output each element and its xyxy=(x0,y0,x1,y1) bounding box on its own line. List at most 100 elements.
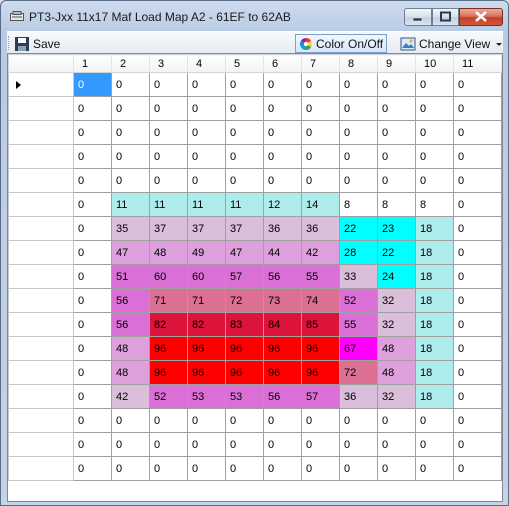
grid-cell[interactable]: 0 xyxy=(149,456,188,481)
grid-cell[interactable]: 0 xyxy=(339,144,378,169)
row-header[interactable] xyxy=(8,168,74,193)
grid-cell[interactable]: 0 xyxy=(149,408,188,433)
grid-cell[interactable]: 18 xyxy=(415,288,454,313)
grid-cell[interactable]: 71 xyxy=(149,288,188,313)
row-header[interactable] xyxy=(8,408,74,433)
column-header[interactable]: 6 xyxy=(263,54,302,73)
grid-cell[interactable]: 0 xyxy=(377,456,416,481)
grid-cell[interactable]: 48 xyxy=(111,336,150,361)
grid-cell[interactable]: 0 xyxy=(301,72,340,97)
row-header[interactable] xyxy=(8,432,74,457)
grid-cell[interactable]: 48 xyxy=(149,240,188,265)
grid-cell[interactable]: 0 xyxy=(73,384,112,409)
grid-cell[interactable]: 0 xyxy=(377,144,416,169)
grid-cell[interactable]: 0 xyxy=(111,72,150,97)
grid-cell[interactable]: 47 xyxy=(225,240,264,265)
grid-cell[interactable]: 0 xyxy=(453,408,502,433)
grid-cell[interactable]: 0 xyxy=(263,72,302,97)
grid-cell[interactable]: 0 xyxy=(73,264,112,289)
grid-cell[interactable]: 0 xyxy=(187,408,226,433)
grid-cell[interactable]: 0 xyxy=(263,408,302,433)
grid-cell[interactable]: 0 xyxy=(339,456,378,481)
grid-cell[interactable]: 0 xyxy=(187,72,226,97)
grid-cell[interactable]: 11 xyxy=(111,192,150,217)
grid-cell[interactable]: 56 xyxy=(263,384,302,409)
grid-cell[interactable]: 12 xyxy=(263,192,302,217)
grid-cell[interactable]: 0 xyxy=(301,432,340,457)
grid-cell[interactable]: 0 xyxy=(453,312,502,337)
grid-cell[interactable]: 0 xyxy=(73,240,112,265)
grid-cell[interactable]: 0 xyxy=(453,144,502,169)
maximize-button[interactable] xyxy=(432,8,459,26)
grid-cell[interactable]: 53 xyxy=(187,384,226,409)
grid-cell[interactable]: 0 xyxy=(339,120,378,145)
grid-cell[interactable]: 0 xyxy=(111,144,150,169)
grid-cell[interactable]: 0 xyxy=(339,96,378,121)
grid-cell[interactable]: 28 xyxy=(339,240,378,265)
grid-cell[interactable]: 0 xyxy=(453,432,502,457)
grid-cell[interactable]: 82 xyxy=(187,312,226,337)
grid-cell[interactable]: 0 xyxy=(149,144,188,169)
grid-cell[interactable]: 37 xyxy=(149,216,188,241)
grid-cell[interactable]: 0 xyxy=(73,144,112,169)
grid-cell[interactable]: 47 xyxy=(111,240,150,265)
grid-cell[interactable]: 96 xyxy=(225,360,264,385)
grid-cell[interactable]: 56 xyxy=(111,288,150,313)
row-header[interactable] xyxy=(8,72,74,97)
grid-cell[interactable]: 14 xyxy=(301,192,340,217)
grid-cell[interactable]: 0 xyxy=(73,216,112,241)
grid-cell[interactable]: 18 xyxy=(415,216,454,241)
row-header[interactable] xyxy=(8,144,74,169)
grid-cell[interactable]: 0 xyxy=(377,168,416,193)
grid-cell[interactable]: 0 xyxy=(187,456,226,481)
grid-cell[interactable]: 0 xyxy=(415,96,454,121)
column-header[interactable]: 1 xyxy=(73,54,112,73)
grid-cell[interactable]: 0 xyxy=(453,168,502,193)
grid-cell[interactable]: 0 xyxy=(73,288,112,313)
grid-cell[interactable]: 18 xyxy=(415,240,454,265)
grid-cell[interactable]: 23 xyxy=(377,216,416,241)
grid-cell[interactable]: 0 xyxy=(453,192,502,217)
grid-cell[interactable]: 0 xyxy=(453,360,502,385)
grid-cell[interactable]: 0 xyxy=(225,72,264,97)
grid-cell[interactable]: 0 xyxy=(73,72,112,97)
row-header[interactable] xyxy=(8,456,74,481)
grid-cell[interactable]: 0 xyxy=(339,408,378,433)
grid-cell[interactable]: 0 xyxy=(225,456,264,481)
grid-cell[interactable]: 0 xyxy=(225,120,264,145)
grid-cell[interactable]: 0 xyxy=(263,168,302,193)
grid-cell[interactable]: 48 xyxy=(111,360,150,385)
header-corner[interactable] xyxy=(8,54,74,73)
grid-cell[interactable]: 0 xyxy=(377,432,416,457)
grid-cell[interactable]: 0 xyxy=(73,96,112,121)
grid-cell[interactable]: 11 xyxy=(225,192,264,217)
grid-cell[interactable]: 0 xyxy=(263,456,302,481)
grid-cell[interactable]: 96 xyxy=(149,336,188,361)
grid-cell[interactable]: 22 xyxy=(377,240,416,265)
row-header[interactable] xyxy=(8,192,74,217)
grid-cell[interactable]: 0 xyxy=(301,96,340,121)
grid-cell[interactable]: 0 xyxy=(225,408,264,433)
grid-cell[interactable]: 0 xyxy=(73,456,112,481)
grid-cell[interactable]: 0 xyxy=(225,96,264,121)
grid-cell[interactable]: 0 xyxy=(187,96,226,121)
grid-cell[interactable]: 0 xyxy=(339,432,378,457)
grid-cell[interactable]: 0 xyxy=(187,168,226,193)
grid-cell[interactable]: 36 xyxy=(339,384,378,409)
grid-cell[interactable]: 0 xyxy=(73,432,112,457)
grid-cell[interactable]: 48 xyxy=(377,360,416,385)
grid-cell[interactable]: 0 xyxy=(111,432,150,457)
grid-cell[interactable]: 0 xyxy=(453,240,502,265)
grid-cell[interactable]: 72 xyxy=(339,360,378,385)
grid-cell[interactable]: 60 xyxy=(149,264,188,289)
grid-cell[interactable]: 0 xyxy=(415,432,454,457)
grid-cell[interactable]: 0 xyxy=(263,144,302,169)
grid-cell[interactable]: 67 xyxy=(339,336,378,361)
grid-cell[interactable]: 0 xyxy=(339,168,378,193)
grid-cell[interactable]: 0 xyxy=(415,144,454,169)
grid-cell[interactable]: 11 xyxy=(149,192,188,217)
minimize-button[interactable] xyxy=(404,8,432,26)
grid-cell[interactable]: 0 xyxy=(415,408,454,433)
grid-cell[interactable]: 0 xyxy=(225,432,264,457)
grid-cell[interactable]: 96 xyxy=(263,336,302,361)
